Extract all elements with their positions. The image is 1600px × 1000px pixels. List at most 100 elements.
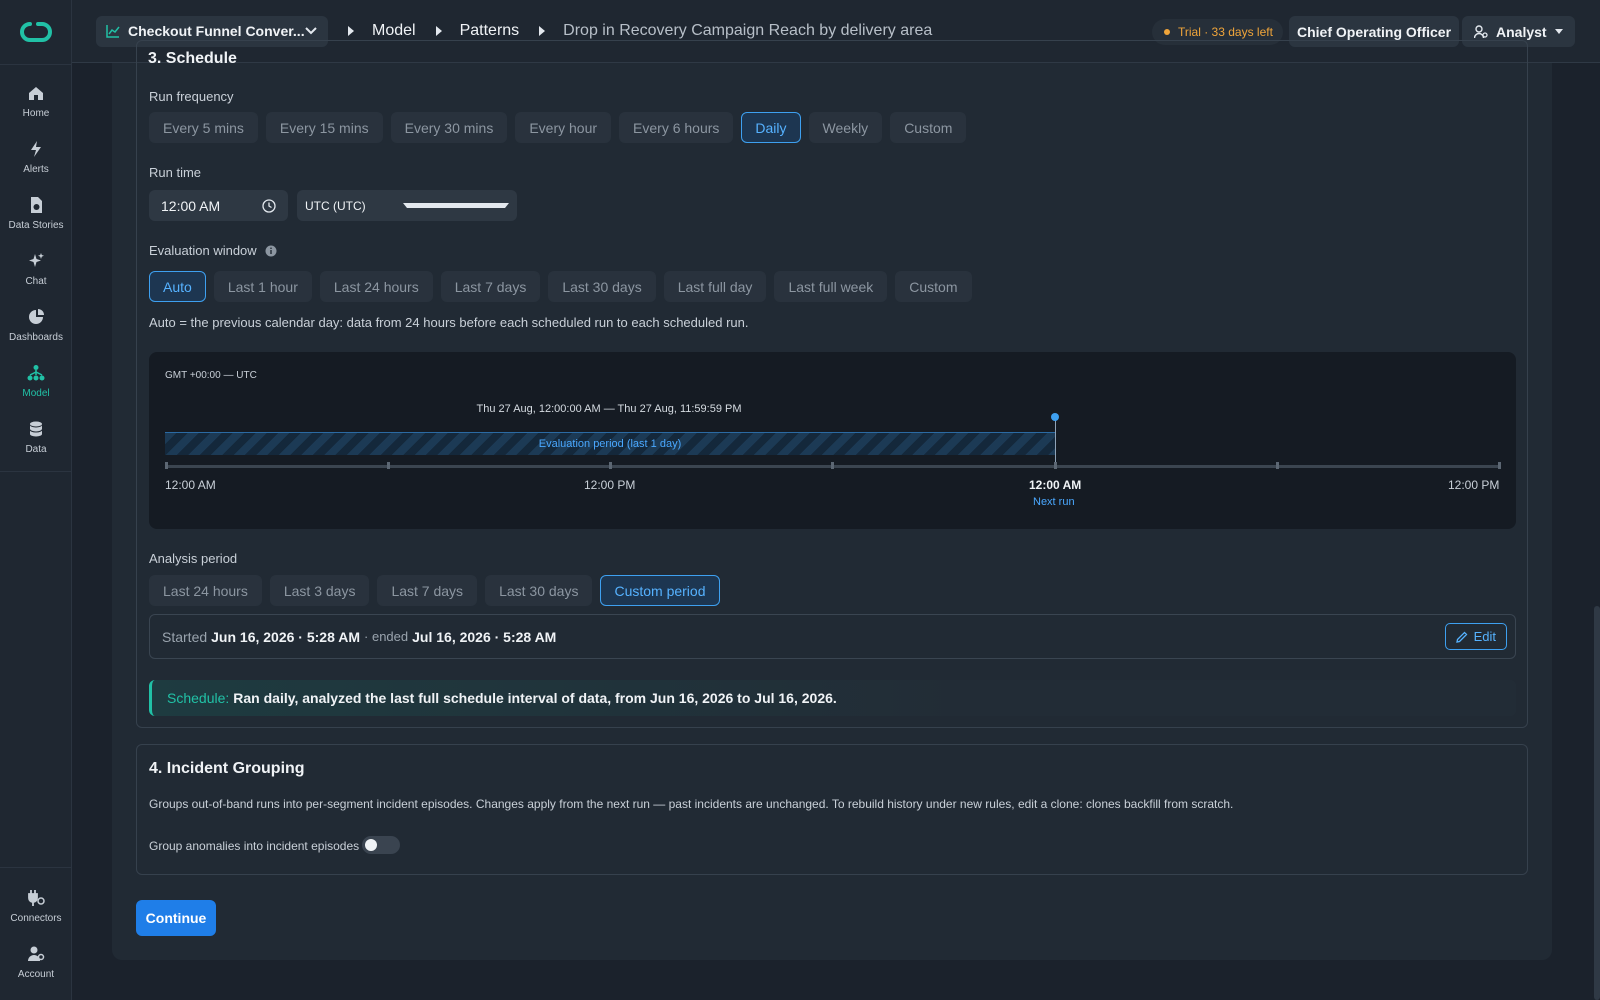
sidebar-item-label: Chat	[25, 275, 47, 287]
sidebar-item-alerts[interactable]: Alerts	[0, 129, 72, 185]
timeline-tick	[1498, 462, 1501, 469]
breadcrumb-model[interactable]: Model	[372, 22, 416, 40]
analysis-option[interactable]: Last 3 days	[269, 575, 370, 606]
breadcrumb-separator-icon	[348, 26, 354, 36]
sidebar-bottom-nav: Connectors Account	[0, 867, 72, 990]
sidebar-item-label: Account	[17, 968, 55, 980]
run-time-label: Run time	[149, 165, 202, 180]
timezone-select[interactable]: UTC (UTC)	[297, 190, 517, 221]
sidebar-item-data-stories[interactable]: Data Stories	[0, 185, 72, 241]
period-end: Jul 16, 2026 · 5:28 AM	[412, 628, 557, 645]
line-chart-icon	[106, 25, 120, 38]
incident-toggle-label: Group anomalies into incident episodes	[149, 839, 360, 853]
next-run-marker-line	[1055, 418, 1056, 466]
timeline-tick	[387, 462, 390, 469]
analysis-option-selected[interactable]: Custom period	[600, 575, 720, 606]
run-time-value: 12:00 AM	[161, 197, 221, 214]
sparkle-icon	[29, 252, 44, 267]
frequency-option[interactable]: Every 5 mins	[149, 112, 258, 143]
incident-grouping-toggle[interactable]	[362, 836, 400, 854]
analysis-option[interactable]: Last 7 days	[377, 575, 478, 606]
sidebar-item-label: Dashboards	[9, 331, 63, 343]
frequency-option[interactable]: Weekly	[808, 112, 883, 143]
auto-window-explanation: Auto = the previous calendar day: data f…	[149, 315, 749, 330]
sidebar-item-label: Connectors	[10, 912, 62, 924]
info-icon[interactable]	[265, 245, 277, 257]
sidebar-item-data[interactable]: Data	[0, 409, 72, 465]
evaluation-window-label: Evaluation window	[149, 243, 277, 258]
breadcrumb-separator-icon	[435, 26, 442, 36]
eval-option[interactable]: Last full day	[663, 271, 767, 302]
period-start: Jun 16, 2026 · 5:28 AM	[211, 628, 361, 645]
frequency-option[interactable]: Every hour	[515, 112, 612, 143]
timeline-tick	[1276, 462, 1279, 469]
sidebar-item-dashboards[interactable]: Dashboards	[0, 297, 72, 353]
clock-icon	[262, 198, 276, 213]
user-gear-icon	[1474, 24, 1488, 38]
frequency-option-selected[interactable]: Daily	[741, 112, 801, 143]
timeline-tick	[609, 462, 612, 469]
timeline-axis-label: 12:00 PM	[1448, 478, 1500, 492]
breadcrumb-patterns[interactable]: Patterns	[460, 22, 520, 40]
sidebar-nav: Home Alerts Data Stories Chat Dashboards…	[0, 64, 72, 472]
frequency-option[interactable]: Custom	[890, 112, 967, 143]
breadcrumb-separator-icon	[539, 26, 546, 36]
analysis-option[interactable]: Last 30 days	[485, 575, 593, 606]
sidebar-item-model[interactable]: Model	[0, 353, 72, 409]
next-run-label: Next run	[1033, 496, 1075, 508]
schedule-summary: Schedule: Ran daily, analyzed the last f…	[149, 680, 1516, 716]
edit-label: Edit	[1473, 629, 1496, 644]
analysis-period-options: Last 24 hours Last 3 days Last 7 days La…	[149, 575, 720, 606]
frequency-option[interactable]: Every 30 mins	[390, 112, 508, 143]
timeline-timezone: GMT +00:00 — UTC	[165, 370, 257, 381]
analysis-period-label: Analysis period	[149, 551, 238, 566]
timeline-axis-label: 12:00 PM	[584, 478, 636, 492]
period-started-word: Started	[162, 628, 208, 645]
timeline-tick	[831, 462, 834, 469]
frequency-option[interactable]: Every 6 hours	[619, 112, 734, 143]
analysis-option[interactable]: Last 24 hours	[149, 575, 262, 606]
sidebar: Home Alerts Data Stories Chat Dashboards…	[0, 0, 72, 1000]
eval-option[interactable]: Last 30 days	[548, 271, 656, 302]
story-icon	[31, 196, 42, 213]
toggle-knob	[365, 839, 377, 851]
evaluation-window-text: Evaluation window	[149, 243, 257, 258]
custom-period-box: Started Jun 16, 2026 · 5:28 AM · ended J…	[149, 614, 1516, 659]
timezone-value: UTC (UTC)	[305, 198, 366, 213]
timeline-axis-label: 12:00 AM	[165, 478, 216, 492]
page-scrollbar[interactable]	[1594, 606, 1600, 1000]
sidebar-item-account[interactable]: Account	[0, 934, 72, 990]
frequency-option[interactable]: Every 15 mins	[265, 112, 383, 143]
eval-option[interactable]: Last 1 hour	[213, 271, 312, 302]
evaluation-period-band: Evaluation period (last 1 day)	[165, 432, 1055, 455]
eval-option[interactable]: Custom	[895, 271, 972, 302]
eval-option[interactable]: Last 24 hours	[319, 271, 433, 302]
continue-button[interactable]: Continue	[136, 900, 216, 936]
sidebar-item-label: Home	[22, 107, 50, 119]
sidebar-item-label: Alerts	[23, 163, 49, 175]
run-frequency-options: Every 5 mins Every 15 mins Every 30 mins…	[149, 112, 967, 143]
caret-down-icon	[403, 203, 509, 208]
pie-icon	[29, 308, 44, 324]
eval-option-selected[interactable]: Auto	[149, 271, 206, 302]
evaluation-window-options: Auto Last 1 hour Last 24 hours Last 7 da…	[149, 271, 972, 302]
trial-dot-icon	[1164, 29, 1170, 35]
trial-text: Trial · 33 days left	[1178, 25, 1273, 39]
user-role-label: Analyst	[1496, 23, 1547, 40]
sidebar-item-home[interactable]: Home	[0, 73, 72, 129]
eval-option[interactable]: Last full week	[774, 271, 888, 302]
timeline-tick	[1054, 462, 1057, 469]
edit-period-button[interactable]: Edit	[1444, 623, 1507, 650]
sidebar-item-label: Data	[25, 443, 47, 455]
logo-icon	[20, 22, 52, 42]
evaluation-period-label: Evaluation period (last 1 day)	[538, 438, 682, 450]
bolt-icon	[31, 140, 41, 157]
pencil-icon	[1455, 631, 1468, 643]
sidebar-item-connectors[interactable]: Connectors	[0, 878, 72, 934]
dataset-name: Checkout Funnel Conver...	[128, 23, 304, 39]
schedule-summary-text: Ran daily, analyzed the last full schedu…	[233, 690, 837, 706]
run-time-input[interactable]: 12:00 AM	[149, 190, 288, 221]
sidebar-item-label: Data Stories	[8, 219, 64, 231]
eval-option[interactable]: Last 7 days	[440, 271, 541, 302]
sidebar-item-chat[interactable]: Chat	[0, 241, 72, 297]
